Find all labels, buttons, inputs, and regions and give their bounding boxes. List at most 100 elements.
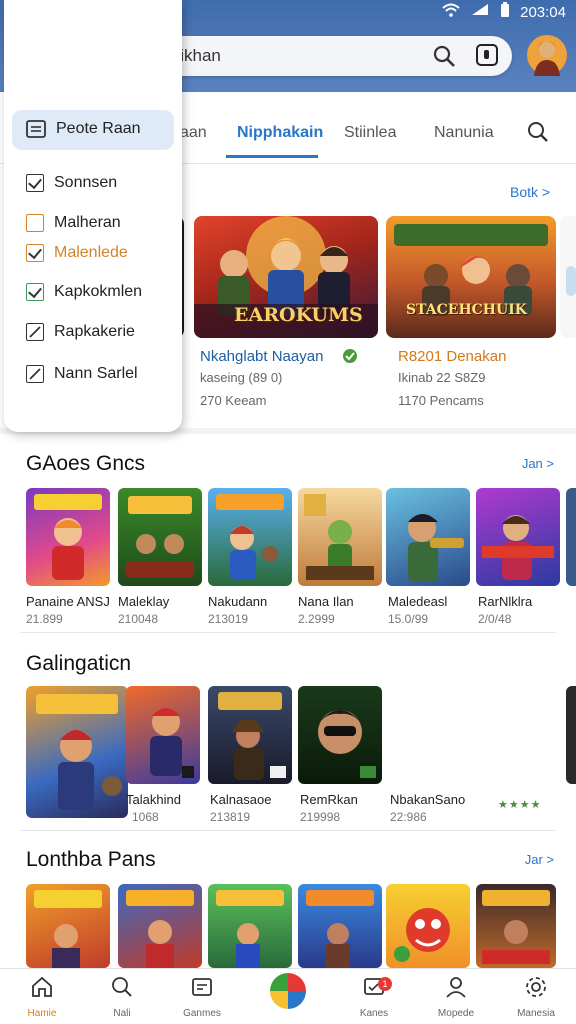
status-time: 203:04 [520, 3, 566, 21]
signal-icon [470, 3, 490, 21]
game-name[interactable]: Maledeasl [388, 594, 447, 609]
nav-games[interactable]: Ganmes [172, 975, 232, 1019]
featured-sub: 1170 Pencams [398, 393, 484, 408]
game-thumbnail[interactable] [118, 488, 202, 586]
section-more-link[interactable]: Jan > [522, 456, 554, 471]
featured-sub: Ikinab 22 S8Z9 [398, 370, 486, 385]
game-name[interactable]: Nakudann [208, 594, 267, 609]
game-thumbnail[interactable] [26, 488, 110, 586]
gear-icon [526, 977, 546, 997]
game-thumbnail[interactable] [386, 488, 470, 586]
game-name[interactable]: RemRkan [300, 792, 358, 807]
game-thumbnail[interactable] [26, 884, 110, 968]
game-name[interactable]: RarNlklra [478, 594, 532, 609]
checkbox-icon[interactable] [26, 214, 44, 232]
drawer-item-label: Kapkokmlen [54, 283, 143, 300]
checkbox-icon[interactable] [26, 365, 44, 383]
checkbox-checked-icon[interactable] [26, 283, 44, 301]
game-thumbnail[interactable] [476, 488, 560, 586]
game-thumbnail[interactable] [208, 686, 292, 784]
person-icon [446, 977, 466, 998]
rating-stars-icon: ★★★★ [498, 799, 542, 811]
drawer-item-2[interactable]: Sonnsen [26, 174, 117, 192]
drawer-item-label: Peote Raan [56, 120, 141, 137]
game-size: 210048 [118, 612, 159, 626]
game-thumbnail[interactable] [298, 686, 382, 784]
status-bar: 203:04 [442, 2, 566, 22]
nav-app-logo[interactable] [258, 971, 318, 1016]
game-thumbnail[interactable] [208, 488, 292, 586]
game-thumbnail[interactable] [298, 884, 382, 968]
drawer-item-3[interactable]: Malheran [26, 214, 121, 232]
nav-label: Nali [113, 1008, 131, 1019]
games-icon [192, 978, 212, 996]
game-size: 213019 [208, 612, 249, 626]
game-size: 2.2999 [298, 612, 335, 626]
tab-search-icon[interactable] [526, 120, 550, 144]
nav-profile[interactable]: Mopede [426, 975, 486, 1019]
profile-avatar-icon[interactable] [526, 32, 568, 78]
drawer-item-label: Malenlede [54, 244, 128, 261]
game-thumbnail[interactable] [126, 686, 200, 784]
featured-title[interactable]: R8201 Denakan [398, 348, 506, 365]
side-drawer: Peote Raan Sonnsen Malheran Malenlede Ka… [4, 0, 182, 432]
game-size: 1068 [132, 810, 159, 824]
section-divider [20, 830, 556, 831]
list-icon [26, 120, 46, 138]
game-thumbnail[interactable] [118, 884, 202, 968]
game-name[interactable]: Panaine ANSJ [26, 594, 110, 609]
tab-4[interactable]: Nanunia [434, 124, 494, 142]
drawer-item-1[interactable]: Peote Raan [26, 120, 141, 138]
featured-sub: kaseing (89 0) [200, 370, 283, 385]
featured-card-partial[interactable] [560, 216, 576, 338]
checkbox-checked-icon[interactable] [26, 174, 44, 192]
game-thumbnail-large[interactable] [26, 686, 128, 818]
featured-art [394, 224, 548, 316]
drawer-item-label: Sonnsen [54, 174, 118, 191]
game-name[interactable]: NbakanSano [390, 792, 465, 807]
game-name[interactable]: Maleklay [118, 594, 169, 609]
mic-icon[interactable] [476, 44, 498, 66]
game-thumbnail[interactable] [208, 884, 292, 968]
nav-messages[interactable]: 1 Kanes [344, 975, 404, 1019]
game-name[interactable]: Kalnasaoe [210, 792, 271, 807]
featured-art-title: EAROKUMS [234, 304, 363, 326]
game-thumbnail-partial[interactable] [566, 488, 576, 586]
drawer-item-7[interactable]: Nann Sarlel [26, 365, 138, 383]
search-icon [112, 977, 132, 997]
checkbox-checked-icon[interactable] [26, 244, 44, 262]
section-more-link[interactable]: Jar > [525, 852, 554, 867]
drawer-item-5[interactable]: Kapkokmlen [26, 283, 142, 301]
game-thumbnail[interactable] [476, 884, 556, 968]
bottom-navigation: Hamie Nali Ganmes 1 Kanes Mopede Manesia [0, 968, 576, 1024]
nav-settings[interactable]: Manesia [506, 975, 566, 1019]
nav-home[interactable]: Hamie [12, 975, 72, 1019]
game-size: 15.0/99 [388, 612, 429, 626]
game-thumbnail[interactable] [298, 488, 382, 586]
section-divider [20, 632, 556, 633]
section-title: Lonthba Pans [26, 848, 156, 871]
game-name[interactable]: Nana Ilan [298, 594, 354, 609]
featured-title[interactable]: Nkahglabt Naayan [200, 348, 323, 365]
game-thumbnail-partial[interactable] [566, 686, 576, 784]
tab-1[interactable]: aan [180, 124, 207, 142]
tab-active-indicator [226, 155, 318, 158]
drawer-item-6[interactable]: Rapkakerie [26, 323, 135, 341]
tab-2[interactable]: Nipphakain [237, 124, 323, 142]
featured-see-all-link[interactable]: Botk > [510, 184, 550, 200]
game-size: 22:986 [390, 810, 427, 824]
nav-search[interactable]: Nali [92, 975, 152, 1019]
game-name[interactable]: Talakhind [126, 792, 181, 807]
drawer-item-4[interactable]: Malenlede [26, 244, 128, 262]
game-size: 21.899 [26, 612, 63, 626]
search-submit-icon[interactable] [432, 44, 456, 68]
tab-3[interactable]: Stiinlea [344, 124, 396, 142]
game-thumbnail[interactable] [386, 884, 470, 968]
verified-icon [343, 349, 357, 363]
nav-label: Hamie [27, 1008, 57, 1019]
featured-card[interactable]: EAROKUMS [194, 216, 378, 338]
featured-card[interactable]: STACEHCHUIK [386, 216, 556, 338]
nav-label: Kanes [359, 1008, 389, 1019]
checkbox-icon[interactable] [26, 323, 44, 341]
home-icon [32, 976, 52, 997]
